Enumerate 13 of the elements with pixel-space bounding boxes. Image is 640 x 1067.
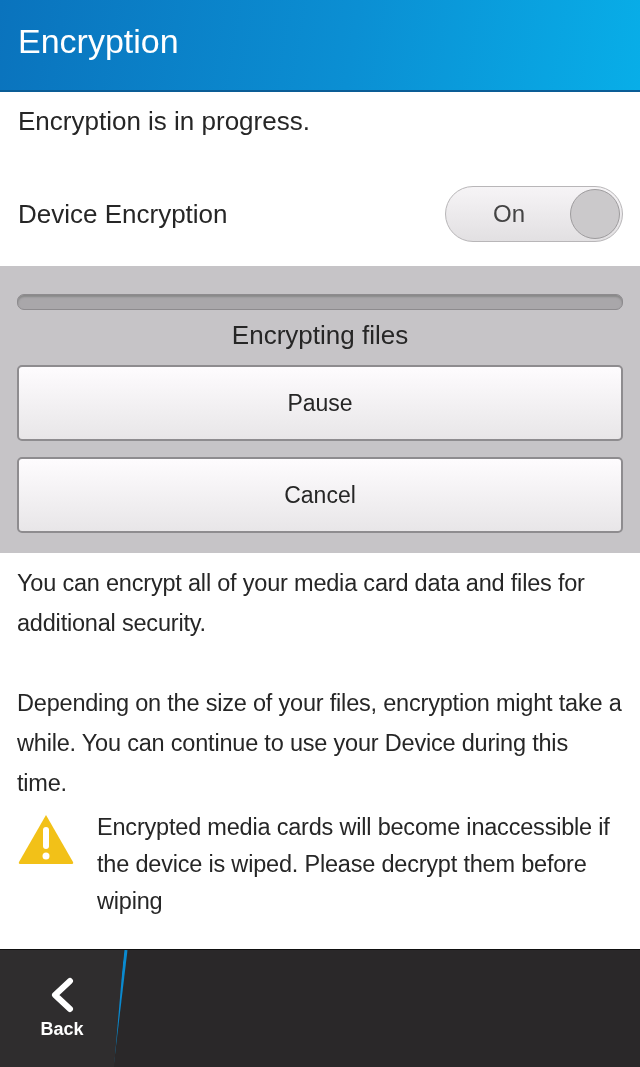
action-button[interactable]: Cancel (17, 457, 623, 533)
info-paragraph: You can encrypt all of your media card data and files for additional security. (17, 569, 586, 638)
warning-text: Encrypted media cards will become inaccessible if the device is wiped. Please decrypt them before wiping (97, 813, 611, 916)
action-button[interactable]: Pause (17, 365, 623, 441)
toggle-switch[interactable]: On (445, 186, 623, 242)
chevron-left-icon (49, 977, 75, 1013)
setting-label: Device Encryption (18, 198, 228, 230)
progress-caption: Encrypting files (230, 320, 410, 351)
back-button[interactable]: Back (0, 950, 124, 1067)
warning-icon (17, 813, 75, 865)
status-text: Encryption is in progress. (17, 105, 311, 138)
page-title: Encryption (18, 21, 179, 62)
info-paragraph: Depending on the size of your files, encryption might take a while. You can continue to use your Device during this time. (17, 689, 622, 798)
